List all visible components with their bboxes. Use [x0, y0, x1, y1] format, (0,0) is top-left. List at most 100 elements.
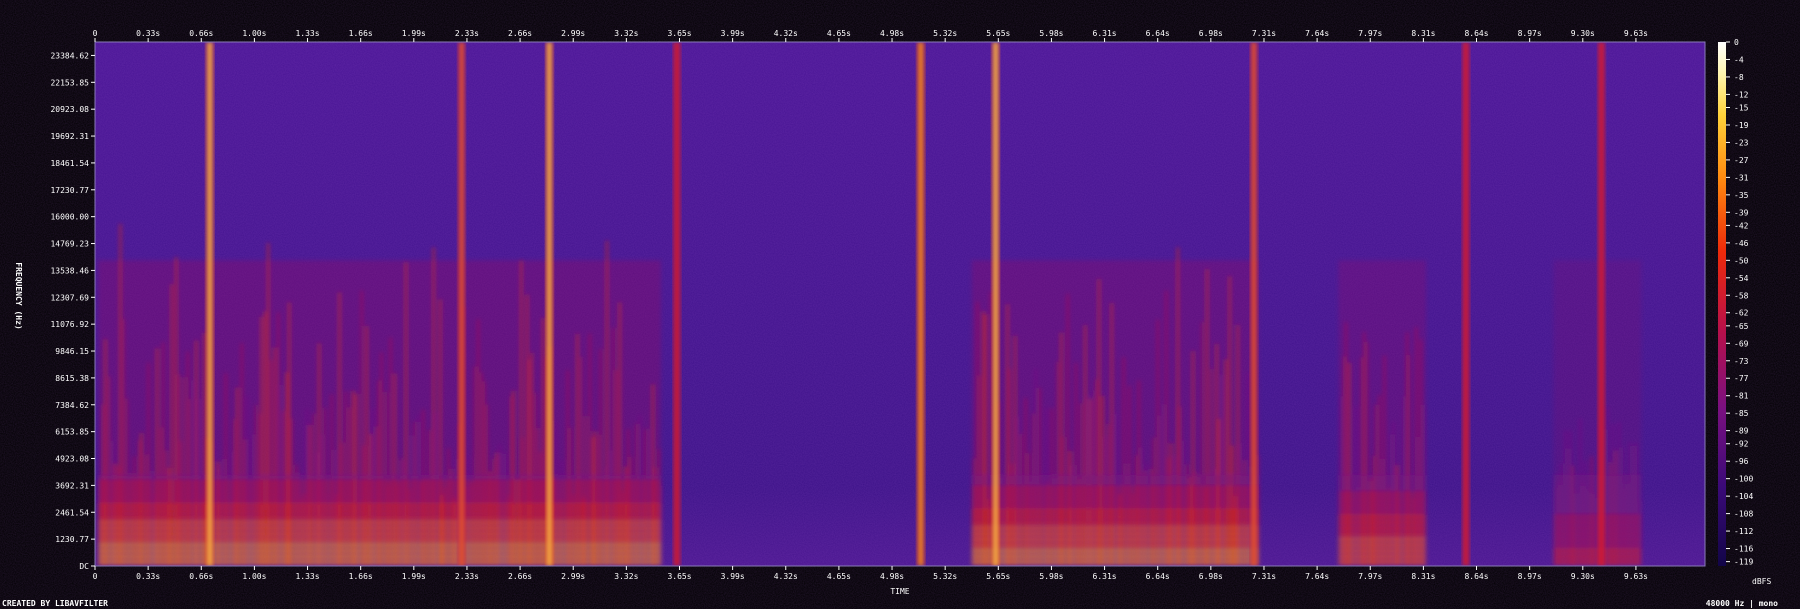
- colorbar-tick-label: -116: [1734, 545, 1753, 554]
- energy-column: [203, 332, 206, 566]
- y-tick-label: 13538.46: [50, 266, 89, 275]
- y-tick-label: 3692.31: [55, 481, 89, 490]
- colorbar-tick-label: -77: [1734, 374, 1749, 383]
- energy-column: [255, 405, 258, 566]
- energy-column: [1363, 332, 1366, 566]
- x-tick-label-top: 5.98s: [1039, 29, 1063, 38]
- transient-core: [919, 42, 923, 566]
- x-tick-label-bottom: 4.32s: [774, 572, 798, 581]
- harmonic-band: [971, 486, 1259, 491]
- transient-core: [675, 42, 679, 566]
- harmonic-band: [1338, 548, 1427, 553]
- harmonic-band: [971, 514, 1259, 519]
- harmonic-band: [971, 475, 1259, 480]
- transient-core: [1599, 42, 1603, 566]
- harmonic-band: [1338, 480, 1427, 485]
- x-tick-label-top: 1.33s: [295, 29, 319, 38]
- energy-column: [389, 337, 392, 566]
- energy-column: [119, 223, 122, 566]
- x-tick-label-bottom: 5.65s: [986, 572, 1010, 581]
- x-tick-label-top: 8.64s: [1464, 29, 1488, 38]
- x-tick-label-top: 7.64s: [1305, 29, 1329, 38]
- x-tick-label-bottom: 5.98s: [1039, 572, 1063, 581]
- colorbar-tick-label: -96: [1734, 457, 1749, 466]
- x-tick-label-bottom: 8.31s: [1411, 572, 1435, 581]
- x-tick-label-top: 2.99s: [561, 29, 585, 38]
- x-tick-label-bottom: 1.00s: [242, 572, 266, 581]
- transient: [1249, 42, 1258, 566]
- x-tick-label-bottom: 3.65s: [667, 572, 691, 581]
- energy-column: [338, 292, 341, 566]
- transient: [672, 42, 681, 566]
- y-tick-label: 8615.38: [55, 374, 89, 383]
- colorbar-tick-label: -85: [1734, 409, 1749, 418]
- energy-column: [360, 290, 363, 566]
- harmonic-band: [971, 503, 1259, 508]
- energy-column: [1178, 406, 1181, 566]
- colorbar-tick-label: -92: [1734, 440, 1749, 449]
- harmonic-band: [1338, 554, 1427, 559]
- colorbar-tick-label: -89: [1734, 427, 1749, 436]
- colorbar-tick-label: -73: [1734, 357, 1749, 366]
- harmonic-band: [98, 554, 661, 559]
- y-tick-label: 11076.92: [50, 320, 89, 329]
- harmonic-band: [971, 480, 1259, 485]
- colorbar-tick-label: -62: [1734, 309, 1749, 318]
- transient-core: [208, 42, 212, 566]
- harmonic-band: [98, 497, 661, 502]
- energy-column: [393, 373, 396, 566]
- x-tick-label-top: 3.65s: [667, 29, 691, 38]
- harmonic-band: [98, 486, 661, 491]
- energy-column: [101, 404, 104, 566]
- x-tick-label-top: 8.97s: [1518, 29, 1542, 38]
- transient: [1461, 42, 1470, 566]
- energy-column: [474, 366, 477, 566]
- y-tick-label: 22153.85: [50, 78, 89, 87]
- transient: [916, 42, 925, 566]
- x-tick-label-top: 7.97s: [1358, 29, 1382, 38]
- colorbar-tick-label: -31: [1734, 173, 1749, 182]
- x-tick-label-bottom: 3.32s: [614, 572, 638, 581]
- energy-column: [1013, 335, 1017, 566]
- x-tick-label-bottom: 0.33s: [136, 572, 160, 581]
- energy-column: [224, 373, 227, 566]
- x-tick-label-top: 4.65s: [827, 29, 851, 38]
- harmonic-band: [971, 531, 1259, 536]
- x-tick-label-top: 0: [93, 29, 98, 38]
- harmonic-band: [98, 480, 661, 485]
- energy-column: [1165, 290, 1168, 566]
- colorbar-tick-label: -65: [1734, 322, 1749, 331]
- harmonic-band: [98, 492, 661, 497]
- x-tick-label-top: 2.33s: [455, 29, 479, 38]
- colorbar-tick-label: 0: [1734, 38, 1739, 47]
- colorbar-tick-label: -23: [1734, 138, 1749, 147]
- x-tick-label-bottom: 6.64s: [1146, 572, 1170, 581]
- colorbar-tick-label: -42: [1734, 221, 1749, 230]
- x-tick-label-top: 7.31s: [1252, 29, 1276, 38]
- harmonic-band: [98, 520, 661, 525]
- x-tick-label-top: 0.33s: [136, 29, 160, 38]
- colorbar-tick-label: -54: [1734, 274, 1749, 283]
- y-tick-label: 20923.08: [50, 105, 89, 114]
- harmonic-band: [971, 537, 1259, 542]
- energy-column: [1614, 450, 1617, 566]
- y-tick-label: 18461.54: [50, 159, 89, 168]
- x-tick-label-bottom: 3.99s: [721, 572, 745, 581]
- y-tick-label: DC: [79, 562, 89, 571]
- x-tick-label-top: 9.63s: [1624, 29, 1648, 38]
- harmonic-band: [98, 514, 661, 519]
- y-tick-label: 12307.69: [50, 293, 89, 302]
- x-tick-label-bottom: 4.98s: [880, 572, 904, 581]
- energy-column: [576, 333, 579, 566]
- x-tick-label-bottom: 0: [93, 572, 98, 581]
- energy-column: [480, 372, 483, 566]
- harmonic-band: [1338, 475, 1427, 480]
- harmonic-band: [971, 520, 1259, 525]
- y-tick-label: 9846.15: [55, 347, 89, 356]
- energy-column: [1356, 485, 1359, 566]
- energy-column: [396, 484, 400, 566]
- energy-column: [439, 299, 442, 566]
- harmonic-band: [98, 509, 661, 514]
- energy-column: [165, 450, 168, 566]
- energy-column: [285, 372, 288, 566]
